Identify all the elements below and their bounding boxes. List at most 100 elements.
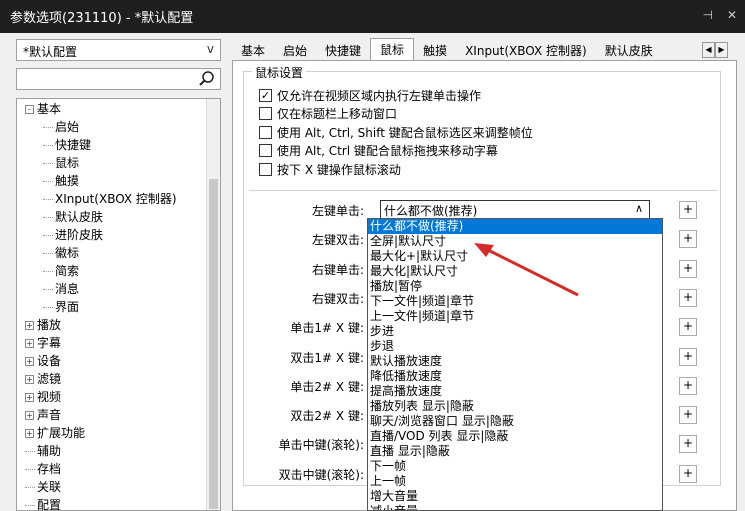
expand-icon[interactable]: +	[25, 375, 34, 384]
tree-item[interactable]: + 字幕	[25, 334, 61, 352]
dropdown-option[interactable]: 聊天/浏览器窗口 显示|隐蔽	[368, 414, 662, 429]
tree-item[interactable]: 存档	[25, 460, 61, 478]
checkbox-unchecked-icon[interactable]	[259, 144, 272, 157]
tree-item[interactable]: 进阶皮肤	[43, 226, 103, 244]
dropdown-option[interactable]: 上一文件|频道|章节	[368, 309, 662, 324]
tree-item[interactable]: 启始	[43, 118, 79, 136]
tree-connector	[43, 235, 53, 236]
add-button[interactable]: +	[679, 201, 697, 219]
add-button[interactable]: +	[679, 464, 697, 483]
tree-item[interactable]: 徽标	[43, 244, 79, 262]
profile-select[interactable]: *默认配置 v	[16, 39, 221, 61]
add-button[interactable]: +	[679, 406, 697, 425]
option-checkbox[interactable]: ✓ 仅允许在视频区域内执行左键单击操作	[259, 86, 481, 104]
tree-item[interactable]: + 播放	[25, 316, 61, 334]
checkbox-unchecked-icon[interactable]	[259, 107, 272, 120]
tab-4[interactable]: 触摸	[414, 40, 456, 60]
tree-item-label: 鼠标	[55, 156, 80, 170]
add-button[interactable]: +	[679, 318, 697, 337]
dropdown-option[interactable]: 全屏|默认尺寸	[368, 234, 662, 249]
tab-2[interactable]: 快捷键	[316, 40, 370, 60]
checkbox-label: 仅允许在视频区域内执行左键单击操作	[277, 88, 482, 103]
tab-scroll-right-icon[interactable]: ▶	[715, 42, 728, 58]
checkbox-label: 仅在标题栏上移动窗口	[277, 107, 398, 121]
tree-item-label: 关联	[37, 480, 62, 494]
tree-item[interactable]: + 扩展功能	[25, 424, 85, 442]
tree-item[interactable]: 关联	[25, 478, 61, 496]
dropdown-option[interactable]: 最大化+|默认尺寸	[368, 249, 662, 264]
close-icon[interactable]: ✕	[727, 8, 737, 22]
search-input[interactable]	[16, 68, 221, 90]
tree-item[interactable]: + 声音	[25, 406, 61, 424]
tree-item[interactable]: 默认皮肤	[43, 208, 103, 226]
option-checkbox[interactable]: 仅在标题栏上移动窗口	[259, 105, 397, 123]
tree-item[interactable]: 配置	[25, 496, 61, 510]
tab-3[interactable]: 鼠标	[370, 38, 415, 60]
add-button[interactable]: +	[679, 347, 697, 366]
action-combo[interactable]: 什么都不做(推荐) ∧	[380, 200, 650, 220]
dropdown-option[interactable]: 播放|暂停	[368, 279, 662, 294]
tab-6[interactable]: 默认皮肤	[596, 40, 662, 60]
option-checkbox[interactable]: 使用 Alt, Ctrl, Shift 键配合鼠标选区来调整帧位	[259, 123, 533, 141]
tree-item[interactable]: + 视频	[25, 388, 61, 406]
tree-item[interactable]: + 滤镜	[25, 370, 61, 388]
tab-scroll: ◀ ▶	[702, 42, 741, 58]
pin-icon[interactable]: ⊣	[702, 8, 712, 22]
tree-item-label: 快捷键	[55, 138, 92, 152]
expand-icon[interactable]: +	[25, 357, 34, 366]
expand-icon[interactable]: +	[25, 339, 34, 348]
tree-item-label: 徽标	[55, 246, 80, 260]
add-button[interactable]: +	[679, 288, 697, 307]
tree-item[interactable]: + 设备	[25, 352, 61, 370]
dropdown-option[interactable]: 步退	[368, 339, 662, 354]
dropdown-option[interactable]: 提高播放速度	[368, 384, 662, 399]
action-dropdown-list: 什么都不做(推荐) 全屏|默认尺寸 最大化+|默认尺寸 最大化|默认尺寸 播放|暂停 下一…	[367, 218, 663, 511]
dropdown-option[interactable]: 降低播放速度	[368, 369, 662, 384]
dropdown-option[interactable]: 默认播放速度	[368, 354, 662, 369]
search-icon[interactable]	[198, 70, 216, 88]
tree-item[interactable]: 界面	[43, 298, 79, 316]
expand-icon[interactable]: +	[25, 393, 34, 402]
tab-scroll-left-icon[interactable]: ◀	[702, 42, 715, 58]
checkbox-unchecked-icon[interactable]	[259, 125, 272, 139]
dropdown-option[interactable]: 下一帧	[368, 459, 662, 474]
tree-connector	[43, 217, 53, 218]
add-button[interactable]: +	[679, 230, 697, 249]
checkbox-label: 使用 Alt, Ctrl, Shift 键配合鼠标选区来调整帧位	[277, 125, 533, 140]
dropdown-option[interactable]: 下一文件|频道|章节	[368, 294, 662, 309]
dropdown-option[interactable]: 最大化|默认尺寸	[368, 264, 662, 279]
dropdown-option[interactable]: 增大音量	[368, 489, 662, 504]
checkbox-unchecked-icon[interactable]	[259, 162, 272, 176]
collapse-icon[interactable]: -	[25, 105, 34, 114]
tab-5[interactable]: XInput(XBOX 控制器)	[456, 40, 596, 60]
dropdown-option[interactable]: 步进	[368, 324, 662, 339]
checkbox-checked-icon[interactable]: ✓	[259, 88, 272, 102]
dropdown-option[interactable]: 什么都不做(推荐)	[368, 219, 662, 234]
tree-item[interactable]: 消息	[43, 280, 79, 298]
tree-item[interactable]: 辅助	[25, 442, 61, 460]
add-button[interactable]: +	[679, 259, 697, 278]
dropdown-option[interactable]: 直播 显示|隐蔽	[368, 444, 662, 459]
tree-item[interactable]: XInput(XBOX 控制器)	[43, 190, 177, 208]
option-checkbox[interactable]: 使用 Alt, Ctrl 键配合鼠标拖拽来移动字幕	[259, 142, 498, 160]
dropdown-option[interactable]: 减小音量	[368, 504, 662, 510]
expand-icon[interactable]: +	[25, 411, 34, 420]
expand-icon[interactable]: +	[25, 321, 34, 330]
tab-1[interactable]: 启始	[274, 40, 316, 60]
action-label: 单击中键(滚轮):	[278, 438, 364, 453]
tree-item[interactable]: 简索	[43, 262, 79, 280]
tree-item[interactable]: 鼠标	[43, 154, 79, 172]
tree-item[interactable]: 触摸	[43, 172, 79, 190]
tab-0[interactable]: 基本	[232, 40, 274, 60]
dropdown-option[interactable]: 上一帧	[368, 474, 662, 489]
add-button[interactable]: +	[679, 435, 697, 454]
tree-item[interactable]: 快捷键	[43, 136, 91, 154]
dropdown-option[interactable]: 播放列表 显示|隐蔽	[368, 399, 662, 414]
dropdown-option[interactable]: 直播/VOD 列表 显示|隐蔽	[368, 429, 662, 444]
tree-scrollbar[interactable]	[206, 99, 220, 510]
add-button[interactable]: +	[679, 376, 697, 395]
tree-connector	[25, 505, 35, 506]
expand-icon[interactable]: +	[25, 429, 34, 438]
tree-item[interactable]: - 基本	[25, 100, 61, 118]
option-checkbox[interactable]: 按下 X 键操作鼠标滚动	[259, 160, 401, 178]
